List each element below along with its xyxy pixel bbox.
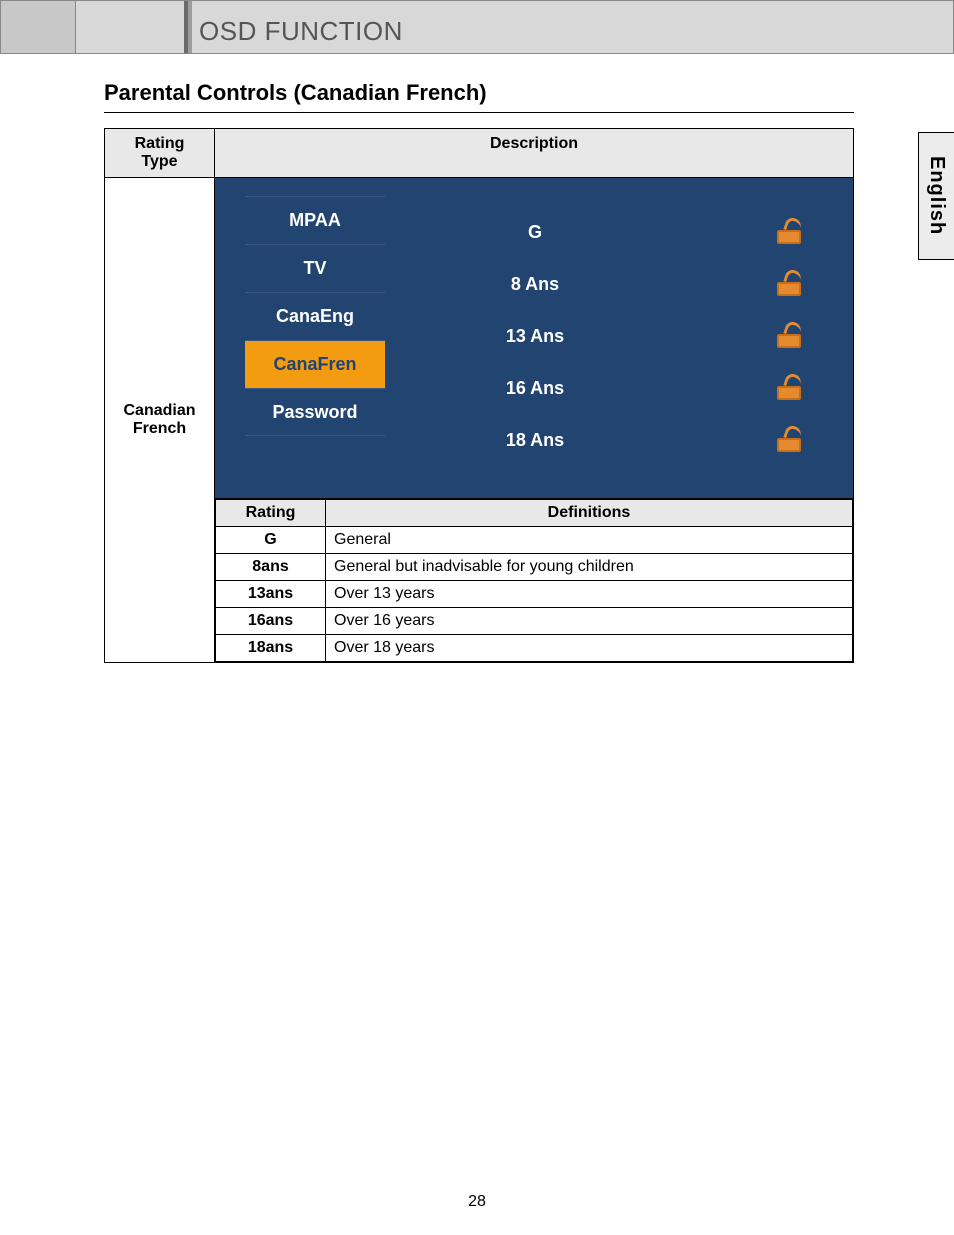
- osd-rating-row[interactable]: 8 Ans: [475, 258, 825, 310]
- osd-rating-label: G: [475, 222, 595, 243]
- osd-menu-item-mpaa[interactable]: MPAA: [245, 196, 385, 244]
- td-rating: 18ans: [216, 635, 326, 662]
- lock-open-icon: [777, 272, 805, 296]
- td-rating-type-label: Canadian French: [105, 178, 215, 663]
- td-rating: 13ans: [216, 581, 326, 608]
- osd-rating-label: 18 Ans: [475, 430, 595, 451]
- lock-open-icon: [777, 376, 805, 400]
- osd-panel: MPAA TV CanaEng CanaFren Password G 8 An…: [215, 178, 853, 498]
- th-rating-type: Rating Type: [105, 129, 215, 178]
- th-rating: Rating: [216, 500, 326, 527]
- header-spacer-block: [1, 1, 76, 53]
- table-row: 13ans Over 13 years: [216, 581, 853, 608]
- th-definitions: Definitions: [326, 500, 853, 527]
- td-rating: G: [216, 527, 326, 554]
- td-rating: 16ans: [216, 608, 326, 635]
- th-description: Description: [215, 129, 854, 178]
- lock-open-icon: [777, 324, 805, 348]
- td-definitions: Rating Definitions G General 8ans Genera…: [215, 499, 854, 663]
- table-row: 8ans General but inadvisable for young c…: [216, 554, 853, 581]
- table-row: 18ans Over 18 years: [216, 635, 853, 662]
- osd-rating-label: 13 Ans: [475, 326, 595, 347]
- osd-menu-item-canafren[interactable]: CanaFren: [245, 340, 385, 388]
- td-definition: Over 18 years: [326, 635, 853, 662]
- table-row: 16ans Over 16 years: [216, 608, 853, 635]
- osd-menu: MPAA TV CanaEng CanaFren Password: [245, 196, 385, 436]
- language-side-tab-label: English: [925, 156, 948, 235]
- osd-rating-row[interactable]: 18 Ans: [475, 414, 825, 466]
- osd-menu-item-password[interactable]: Password: [245, 388, 385, 436]
- td-osd-screenshot: MPAA TV CanaEng CanaFren Password G 8 An…: [215, 178, 854, 499]
- table-row: G General: [216, 527, 853, 554]
- osd-rating-label: 8 Ans: [475, 274, 595, 295]
- osd-rating-row[interactable]: G: [475, 206, 825, 258]
- td-rating: 8ans: [216, 554, 326, 581]
- parental-controls-table: Rating Type Description Canadian French …: [104, 128, 854, 663]
- definitions-table: Rating Definitions G General 8ans Genera…: [215, 499, 853, 662]
- osd-rating-label: 16 Ans: [475, 378, 595, 399]
- language-side-tab[interactable]: English: [918, 132, 954, 260]
- section-title: Parental Controls (Canadian French): [104, 80, 487, 106]
- td-definition: General but inadvisable for young childr…: [326, 554, 853, 581]
- header-accent-stripe: [184, 1, 192, 53]
- td-definition: Over 13 years: [326, 581, 853, 608]
- osd-rating-row[interactable]: 13 Ans: [475, 310, 825, 362]
- td-definition: Over 16 years: [326, 608, 853, 635]
- lock-open-icon: [777, 428, 805, 452]
- osd-menu-item-canaeng[interactable]: CanaEng: [245, 292, 385, 340]
- osd-rating-row[interactable]: 16 Ans: [475, 362, 825, 414]
- header-title: OSD FUNCTION: [199, 16, 403, 47]
- osd-ratings-list: G 8 Ans 13 Ans 16 Ans: [475, 206, 825, 466]
- page-number: 28: [0, 1193, 954, 1211]
- osd-menu-item-tv[interactable]: TV: [245, 244, 385, 292]
- lock-open-icon: [777, 220, 805, 244]
- page-header: OSD FUNCTION: [0, 0, 954, 54]
- section-divider: [104, 112, 854, 113]
- td-definition: General: [326, 527, 853, 554]
